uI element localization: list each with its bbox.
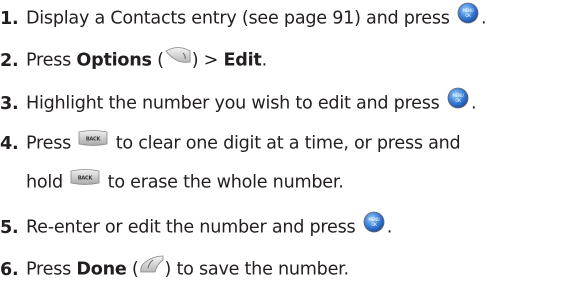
step-number: 5. xyxy=(0,217,19,238)
step-number: 4. xyxy=(0,133,19,154)
step-6: 6. Press Done ( ) to save the number. xyxy=(0,254,349,283)
step-number: 2. xyxy=(0,50,19,71)
options-label: Options xyxy=(76,50,152,71)
menu-ok-key-icon: MENU OK xyxy=(447,87,469,116)
back-key-icon: BACK xyxy=(78,129,108,154)
step-2: 2. Press Options ( ) > Edit. xyxy=(0,47,267,74)
step-number: 1. xyxy=(0,8,19,29)
step-text-end: . xyxy=(481,8,487,29)
svg-text:BACK: BACK xyxy=(86,137,102,143)
menu-ok-key-icon: MENU OK xyxy=(457,2,479,31)
svg-text:OK: OK xyxy=(465,13,471,18)
svg-text:OK: OK xyxy=(371,222,377,227)
step-number: 3. xyxy=(0,93,19,114)
step-5: 5. Re-enter or edit the number and press … xyxy=(0,211,392,242)
menu-ok-key-icon: MENU OK xyxy=(363,211,385,240)
step-text: Display a Contacts entry (see page 91) a… xyxy=(26,8,450,29)
step-4: 4. Press BACK to clear one digit at a tim… xyxy=(0,129,461,156)
edit-label: Edit xyxy=(223,50,262,71)
step-1: 1. Display a Contacts entry (see page 91)… xyxy=(0,2,487,33)
done-label: Done xyxy=(76,259,127,280)
right-softkey-icon xyxy=(164,45,192,72)
step-number: 6. xyxy=(0,259,19,280)
left-softkey-icon xyxy=(139,254,165,281)
back-key-icon: BACK xyxy=(70,168,100,193)
step-4-continued: hold BACK to erase the whole number. xyxy=(26,168,344,195)
step-3: 3. Highlight the number you wish to edit … xyxy=(0,87,477,118)
svg-text:OK: OK xyxy=(455,98,461,103)
svg-text:BACK: BACK xyxy=(78,176,94,182)
